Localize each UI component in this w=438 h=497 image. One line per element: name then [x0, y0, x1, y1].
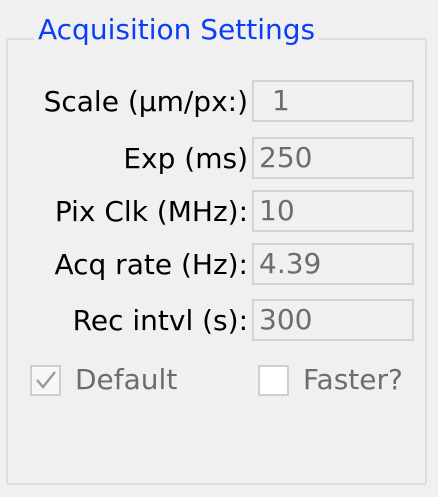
- default-checkbox-label: Default: [75, 363, 178, 396]
- acq-rate-label: Acq rate (Hz):: [54, 248, 248, 281]
- default-checkbox[interactable]: Default: [30, 360, 177, 400]
- exposure-field[interactable]: 250: [252, 137, 414, 179]
- group-title: Acquisition Settings: [34, 10, 320, 50]
- faster-checkbox[interactable]: Faster?: [258, 360, 403, 400]
- pixel-clock-field[interactable]: 10: [252, 190, 414, 232]
- rec-interval-label: Rec intvl (s):: [72, 304, 248, 337]
- faster-checkbox-label: Faster?: [303, 363, 403, 396]
- faster-checkbox-box[interactable]: [258, 364, 289, 396]
- pixel-clock-label: Pix Clk (MHz):: [54, 195, 248, 228]
- exposure-label: Exp (ms): [123, 142, 248, 175]
- scale-field[interactable]: 1: [252, 80, 414, 122]
- default-checkbox-box[interactable]: [30, 364, 61, 396]
- rec-interval-field[interactable]: 300: [252, 299, 414, 341]
- acq-rate-field[interactable]: 4.39: [252, 243, 414, 285]
- scale-label: Scale (µm/px:): [43, 85, 248, 118]
- checkmark-icon: [35, 371, 56, 389]
